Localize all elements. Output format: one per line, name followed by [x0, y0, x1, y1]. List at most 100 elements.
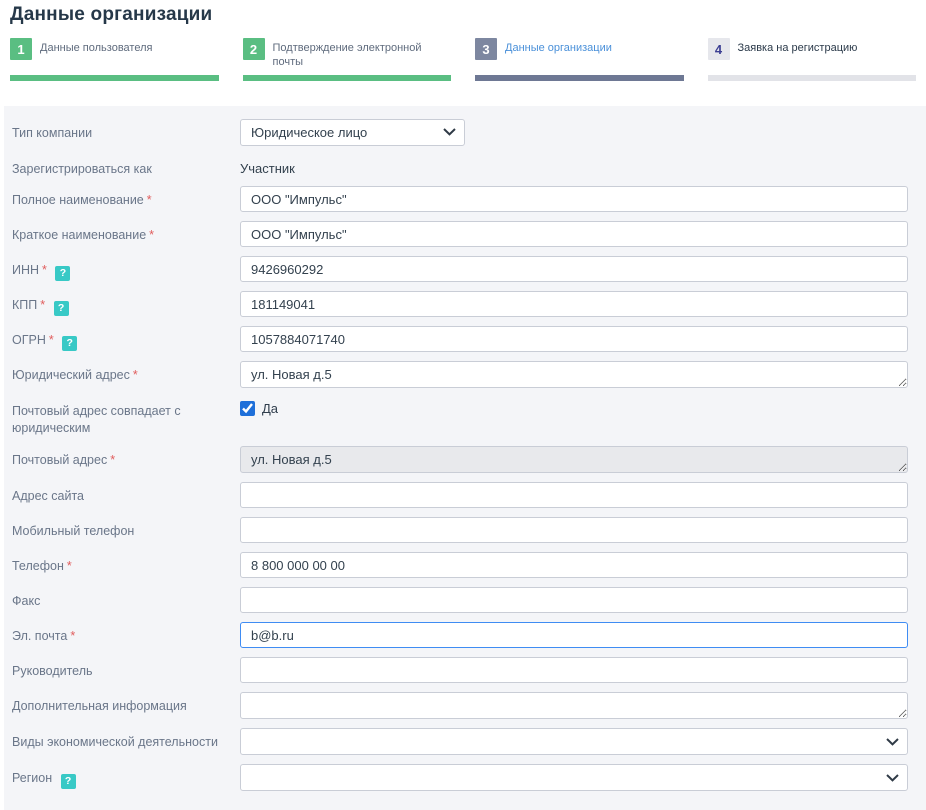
- full-name-control: [240, 186, 908, 212]
- step-progress-bar: [10, 75, 219, 81]
- fax-input[interactable]: [240, 587, 908, 613]
- region-label: Регион ?: [4, 764, 240, 789]
- phone-label-text: Телефон: [12, 559, 64, 573]
- register-as-value: Участник: [240, 155, 908, 176]
- inn-control: [240, 256, 908, 282]
- field-row-phone: Телефон*: [4, 552, 908, 578]
- legal-address-textarea[interactable]: [240, 361, 908, 388]
- ogrn-label: ОГРН* ?: [4, 326, 240, 351]
- registration-page: Данные организации 1 Данные пользователя 2…: [0, 4, 926, 810]
- required-asterisk: *: [149, 228, 154, 242]
- website-label-text: Адрес сайта: [12, 489, 84, 503]
- company-type-select-wrap: Юридическое лицо: [240, 119, 465, 146]
- fax-label-text: Факс: [12, 594, 40, 608]
- short-name-input[interactable]: [240, 221, 908, 247]
- website-label: Адрес сайта: [4, 482, 240, 505]
- step-label: Данные пользователя: [40, 38, 152, 55]
- step-head: 2Подтверждение электронной почты: [243, 38, 452, 70]
- website-input[interactable]: [240, 482, 908, 508]
- postal-same-checkbox[interactable]: [240, 401, 255, 416]
- step-number-badge: 2: [243, 38, 265, 60]
- fax-label: Факс: [4, 587, 240, 610]
- mobile-phone-label-text: Мобильный телефон: [12, 524, 134, 538]
- company-type-label: Тип компании: [4, 119, 240, 142]
- kpp-control: [240, 291, 908, 317]
- field-row-short-name: Краткое наименование*: [4, 221, 908, 247]
- help-icon[interactable]: ?: [54, 301, 69, 316]
- stepper: 1 Данные пользователя 2Подтверждение элект…: [10, 38, 916, 81]
- help-icon[interactable]: ?: [61, 774, 76, 789]
- region-label-text: Регион: [12, 771, 52, 785]
- kpp-input[interactable]: [240, 291, 908, 317]
- field-row-kpp: КПП* ?: [4, 291, 908, 317]
- field-row-postal-same: Почтовый адрес совпадает с юридическимДа: [4, 397, 908, 437]
- additional-info-label-text: Дополнительная информация: [12, 699, 187, 713]
- full-name-label-text: Полное наименование: [12, 193, 144, 207]
- field-row-economic-activity: Виды экономической деятельности: [4, 728, 908, 755]
- register-as-control: Участник: [240, 155, 908, 176]
- step-head: 1 Данные пользователя: [10, 38, 219, 62]
- field-row-website: Адрес сайта: [4, 482, 908, 508]
- required-asterisk: *: [70, 629, 75, 643]
- ogrn-input[interactable]: [240, 326, 908, 352]
- required-asterisk: *: [49, 333, 54, 347]
- full-name-input[interactable]: [240, 186, 908, 212]
- email-label-text: Эл. почта: [12, 629, 67, 643]
- required-asterisk: *: [147, 193, 152, 207]
- postal-address-textarea[interactable]: [240, 446, 908, 473]
- economic-activity-label: Виды экономической деятельности: [4, 728, 240, 751]
- mobile-phone-input[interactable]: [240, 517, 908, 543]
- step-label: Заявка на регистрацию: [738, 38, 858, 55]
- stepper-step-3[interactable]: 3 Данные организации: [475, 38, 684, 81]
- kpp-label: КПП* ?: [4, 291, 240, 316]
- field-row-mobile-phone: Мобильный телефон: [4, 517, 908, 543]
- ogrn-control: [240, 326, 908, 352]
- field-row-legal-address: Юридический адрес*: [4, 361, 908, 388]
- phone-label: Телефон*: [4, 552, 240, 575]
- field-row-fax: Факс: [4, 587, 908, 613]
- company-type-select[interactable]: Юридическое лицо: [240, 119, 465, 146]
- region-select[interactable]: [240, 764, 908, 791]
- email-input[interactable]: [240, 622, 908, 648]
- short-name-control: [240, 221, 908, 247]
- short-name-label: Краткое наименование*: [4, 221, 240, 244]
- required-asterisk: *: [133, 368, 138, 382]
- step-number-badge: 1: [10, 38, 32, 60]
- help-icon[interactable]: ?: [62, 336, 77, 351]
- inn-label-text: ИНН: [12, 263, 39, 277]
- field-row-ogrn: ОГРН* ?: [4, 326, 908, 352]
- postal-same-checkbox-wrap[interactable]: Да: [240, 397, 278, 416]
- required-asterisk: *: [40, 298, 45, 312]
- region-select-wrap: [240, 764, 908, 791]
- mobile-phone-label: Мобильный телефон: [4, 517, 240, 540]
- inn-label: ИНН* ?: [4, 256, 240, 281]
- full-name-label: Полное наименование*: [4, 186, 240, 209]
- field-row-additional-info: Дополнительная информация: [4, 692, 908, 719]
- additional-info-label: Дополнительная информация: [4, 692, 240, 715]
- field-row-postal-address: Почтовый адрес*: [4, 446, 908, 473]
- additional-info-textarea[interactable]: [240, 692, 908, 719]
- postal-same-control: Да: [240, 397, 908, 421]
- organization-form: Тип компанииЮридическое лицо Зарегистриро…: [4, 106, 926, 810]
- stepper-step-2[interactable]: 2Подтверждение электронной почты: [243, 38, 452, 81]
- postal-address-control: [240, 446, 908, 473]
- legal-address-control: [240, 361, 908, 388]
- phone-input[interactable]: [240, 552, 908, 578]
- register-as-label-text: Зарегистрироваться как: [12, 162, 152, 176]
- economic-activity-select[interactable]: [240, 728, 908, 755]
- economic-activity-select-wrap: [240, 728, 908, 755]
- kpp-label-text: КПП: [12, 298, 37, 312]
- field-row-inn: ИНН* ?: [4, 256, 908, 282]
- step-number-badge: 3: [475, 38, 497, 60]
- inn-input[interactable]: [240, 256, 908, 282]
- additional-info-control: [240, 692, 908, 719]
- economic-activity-label-text: Виды экономической деятельности: [12, 735, 218, 749]
- stepper-step-1[interactable]: 1 Данные пользователя: [10, 38, 219, 81]
- head-input[interactable]: [240, 657, 908, 683]
- step-progress-bar: [475, 75, 684, 81]
- required-asterisk: *: [42, 263, 47, 277]
- stepper-step-4[interactable]: 4Заявка на регистрацию: [708, 38, 917, 81]
- step-label: Данные организации: [505, 38, 612, 55]
- help-icon[interactable]: ?: [55, 266, 70, 281]
- ogrn-label-text: ОГРН: [12, 333, 46, 347]
